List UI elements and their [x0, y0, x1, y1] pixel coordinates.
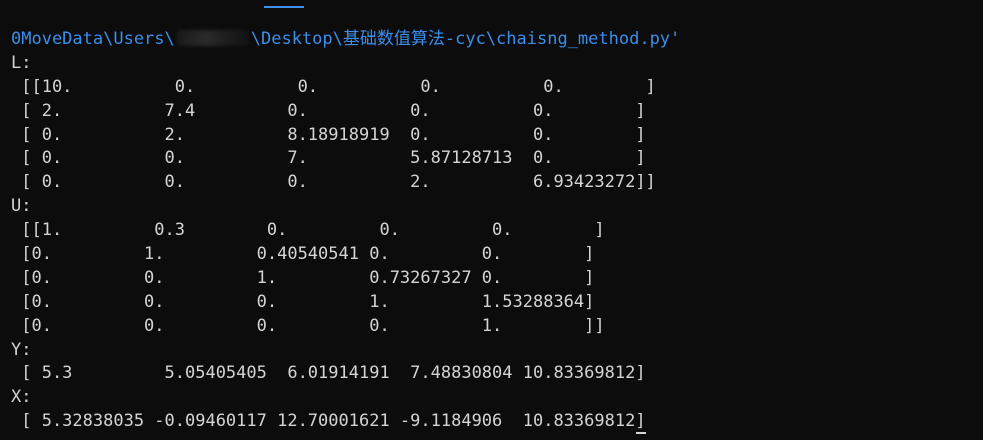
terminal-output: 0MoveData\Users\ \Desktop\基础数值算法-cyc\chai…	[0, 0, 983, 440]
matrix-L-row: [[10. 0. 0. 0. 0. ]	[11, 76, 656, 97]
matrix-L-row: [ 0. 0. 7. 5.87128713 0. ]	[11, 148, 646, 169]
matrix-U-row: [0. 0. 0. 1. 1.53288364]	[11, 291, 595, 312]
path-prefix: 0MoveData\Users\	[11, 29, 175, 49]
label-Y: Y:	[11, 339, 32, 360]
vector-X: [ 5.32838035 -0.09460117 12.70001621 -9.…	[11, 411, 646, 432]
path-suffix: \Desktop\基础数值算法-cyc\chaisng_method.py'	[250, 29, 681, 49]
label-X: X:	[11, 387, 32, 408]
matrix-L-row: [ 2. 7.4 0. 0. 0. ]	[11, 100, 646, 121]
text-cursor	[636, 432, 646, 434]
matrix-U-row: [0. 1. 0.40540541 0. 0. ]	[11, 244, 595, 265]
vector-Y: [ 5.3 5.05405405 6.01914191 7.48830804 1…	[11, 363, 646, 384]
matrix-U-row: [0. 0. 0. 0. 1. ]]	[11, 315, 605, 336]
matrix-U-row: [0. 0. 1. 0.73267327 0. ]	[11, 267, 595, 288]
matrix-L-row: [ 0. 0. 0. 2. 6.93423272]]	[11, 172, 656, 193]
script-path-line: 0MoveData\Users\ \Desktop\基础数值算法-cyc\chai…	[11, 28, 983, 52]
scroll-indicator	[264, 0, 304, 8]
matrix-U-row: [[1. 0.3 0. 0. 0. ]	[11, 220, 605, 241]
label-U: U:	[11, 196, 32, 217]
redacted-username	[176, 30, 249, 46]
label-L: L:	[11, 52, 32, 73]
matrix-L-row: [ 0. 2. 8.18918919 0. 0. ]	[11, 124, 646, 145]
